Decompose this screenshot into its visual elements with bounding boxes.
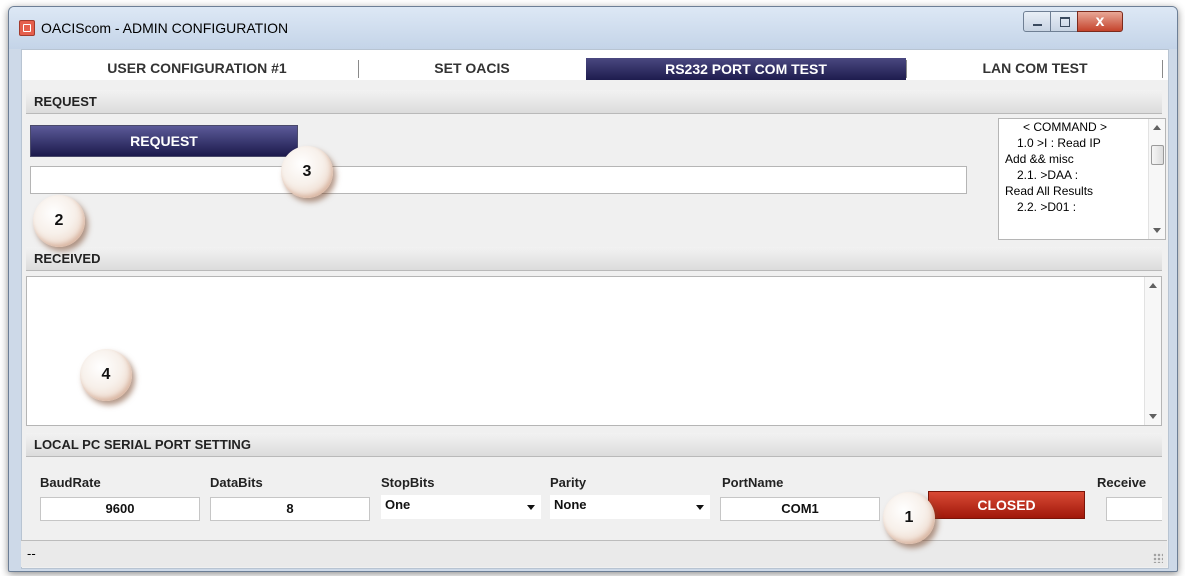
stopbits-select[interactable]: One — [381, 495, 541, 519]
close-icon: x — [1095, 13, 1105, 30]
parity-select[interactable]: None — [550, 495, 710, 519]
tab-user-configuration[interactable]: USER CONFIGURATION #1 — [52, 56, 342, 80]
close-button[interactable]: x — [1077, 11, 1123, 32]
tab-divider — [1162, 60, 1163, 78]
tab-divider — [906, 60, 907, 78]
command-list[interactable]: < COMMAND > 1.0 >I : Read IP Add && misc… — [998, 118, 1166, 240]
tab-rs232-port-com-test[interactable]: RS232 PORT COM TEST — [586, 58, 906, 80]
dropdown-arrow-icon[interactable] — [527, 505, 535, 510]
status-bar: -- — [21, 540, 1167, 567]
received-textarea[interactable] — [26, 276, 1162, 426]
baudrate-label: BaudRate — [40, 475, 101, 490]
scroll-up-arrow-icon[interactable] — [1149, 283, 1157, 288]
scroll-down-arrow-icon[interactable] — [1149, 414, 1157, 419]
receive-label: Receive — [1097, 475, 1147, 490]
request-input[interactable] — [30, 166, 967, 194]
callout-badge-1: 1 — [883, 492, 935, 544]
request-section-header: REQUEST — [26, 90, 1162, 114]
title-bar[interactable]: OACIScom - ADMIN CONFIGURATION x — [9, 7, 1177, 49]
tab-divider — [358, 60, 359, 78]
receive-field[interactable] — [1106, 497, 1162, 521]
callout-badge-4: 4 — [80, 349, 132, 401]
databits-label: DataBits — [210, 475, 263, 490]
command-list-item[interactable]: Add && misc — [999, 151, 1165, 167]
port-status-button[interactable]: CLOSED — [928, 491, 1085, 519]
maximize-icon — [1060, 17, 1070, 27]
received-scrollbar[interactable] — [1144, 277, 1161, 425]
command-list-item[interactable]: < COMMAND > — [999, 119, 1165, 135]
stopbits-value: One — [385, 497, 411, 512]
window-title: OACIScom - ADMIN CONFIGURATION — [41, 20, 289, 36]
tab-set-oacis[interactable]: SET OACIS — [362, 56, 582, 80]
maximize-button[interactable] — [1050, 11, 1078, 32]
tab-bar: USER CONFIGURATION #1 SET OACIS RS232 PO… — [22, 50, 1168, 80]
stopbits-label: StopBits — [381, 475, 435, 490]
request-button[interactable]: REQUEST — [30, 125, 298, 157]
status-text: -- — [27, 546, 36, 561]
received-section-header: RECEIVED — [26, 247, 1162, 271]
command-list-item[interactable]: 2.1. >DAA : — [999, 167, 1165, 183]
portname-label: PortName — [722, 475, 784, 490]
app-icon — [19, 20, 35, 36]
databits-field[interactable]: 8 — [210, 497, 370, 521]
parity-label: Parity — [550, 475, 587, 490]
scroll-up-arrow-icon[interactable] — [1153, 125, 1161, 130]
serial-section-header: LOCAL PC SERIAL PORT SETTING — [26, 433, 1162, 457]
dropdown-arrow-icon[interactable] — [696, 505, 704, 510]
tab-lan-com-test[interactable]: LAN COM TEST — [910, 56, 1160, 80]
callout-badge-2: 2 — [33, 195, 85, 247]
scroll-thumb[interactable] — [1151, 145, 1164, 165]
resize-grip-icon[interactable] — [1153, 553, 1163, 563]
command-list-item[interactable]: Read All Results — [999, 183, 1165, 199]
command-list-item[interactable]: 1.0 >I : Read IP — [999, 135, 1165, 151]
portname-field[interactable]: COM1 — [720, 497, 880, 521]
minimize-icon — [1033, 24, 1042, 26]
minimize-button[interactable] — [1023, 11, 1051, 32]
parity-value: None — [554, 497, 587, 512]
command-list-item[interactable]: 2.2. >D01 : — [999, 199, 1165, 215]
callout-badge-3: 3 — [281, 146, 333, 198]
command-list-scrollbar[interactable] — [1148, 119, 1165, 239]
scroll-down-arrow-icon[interactable] — [1153, 228, 1161, 233]
baudrate-field[interactable]: 9600 — [40, 497, 200, 521]
